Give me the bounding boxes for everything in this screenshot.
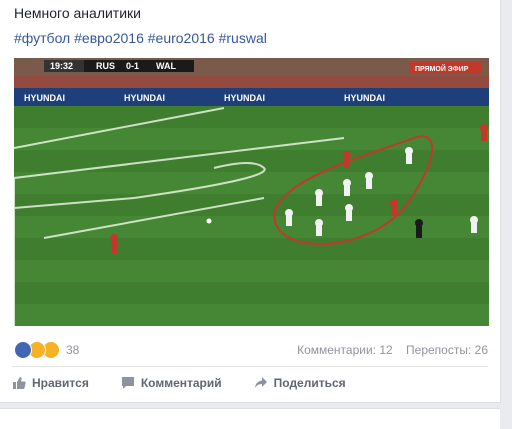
comments-count-link[interactable]: Комментарии: 12 [297,343,393,357]
ad-board-text: HYUNDAI [224,93,265,103]
like-button[interactable]: Нравится [12,376,89,390]
svg-text:ПРЯМОЙ ЭФИР: ПРЯМОЙ ЭФИР [415,64,469,73]
share-icon [254,377,267,388]
hashtags: #футбол #евро2016 #euro2016 #ruswal [14,30,267,46]
post-text: Немного аналитики [14,5,141,21]
home-team: RUS [96,61,115,71]
like-icon [14,341,32,359]
post-image[interactable]: HYUNDAI HYUNDAI HYUNDAI HYUNDAI 19:32 RU… [14,58,489,326]
shares-count-link[interactable]: Перепосты: 26 [406,343,488,357]
hashtag-link[interactable]: #ruswal [219,30,267,46]
ad-board-text: HYUNDAI [124,93,165,103]
post-card: Немного аналитики #футбол #евро2016 #eur… [0,0,501,403]
comment-label: Комментарий [140,376,222,390]
match-clock: 19:32 [50,61,73,71]
post-actions: Нравится Комментарий Поделиться [12,372,378,394]
hashtag-link[interactable]: #евро2016 [74,30,144,46]
football-broadcast-frame: HYUNDAI HYUNDAI HYUNDAI HYUNDAI 19:32 RU… [14,58,489,326]
share-label: Поделиться [273,376,346,390]
away-team: WAL [156,61,176,71]
ad-board-text: HYUNDAI [344,93,385,103]
ad-board-text: HYUNDAI [24,93,65,103]
hashtag-link[interactable]: #euro2016 [148,30,215,46]
referee [415,219,423,238]
divider [12,366,488,367]
scoreboard: 19:32 RUS 0-1 WAL [44,60,194,72]
comment-icon [121,377,134,389]
share-button[interactable]: Поделиться [254,376,346,390]
hashtag-link[interactable]: #футбол [14,30,70,46]
post-stats: Комментарии: 12 Перепосты: 26 [287,343,488,357]
reactions-count: 38 [66,343,80,357]
match-score: 0-1 [126,61,139,71]
next-post-card [0,408,500,429]
like-label: Нравится [32,376,89,390]
live-badge: ПРЯМОЙ ЭФИР [409,62,481,74]
ball [206,218,212,224]
reactions-summary[interactable]: 38 [14,341,79,359]
thumbs-up-icon [13,377,26,389]
comment-button[interactable]: Комментарий [121,376,222,390]
